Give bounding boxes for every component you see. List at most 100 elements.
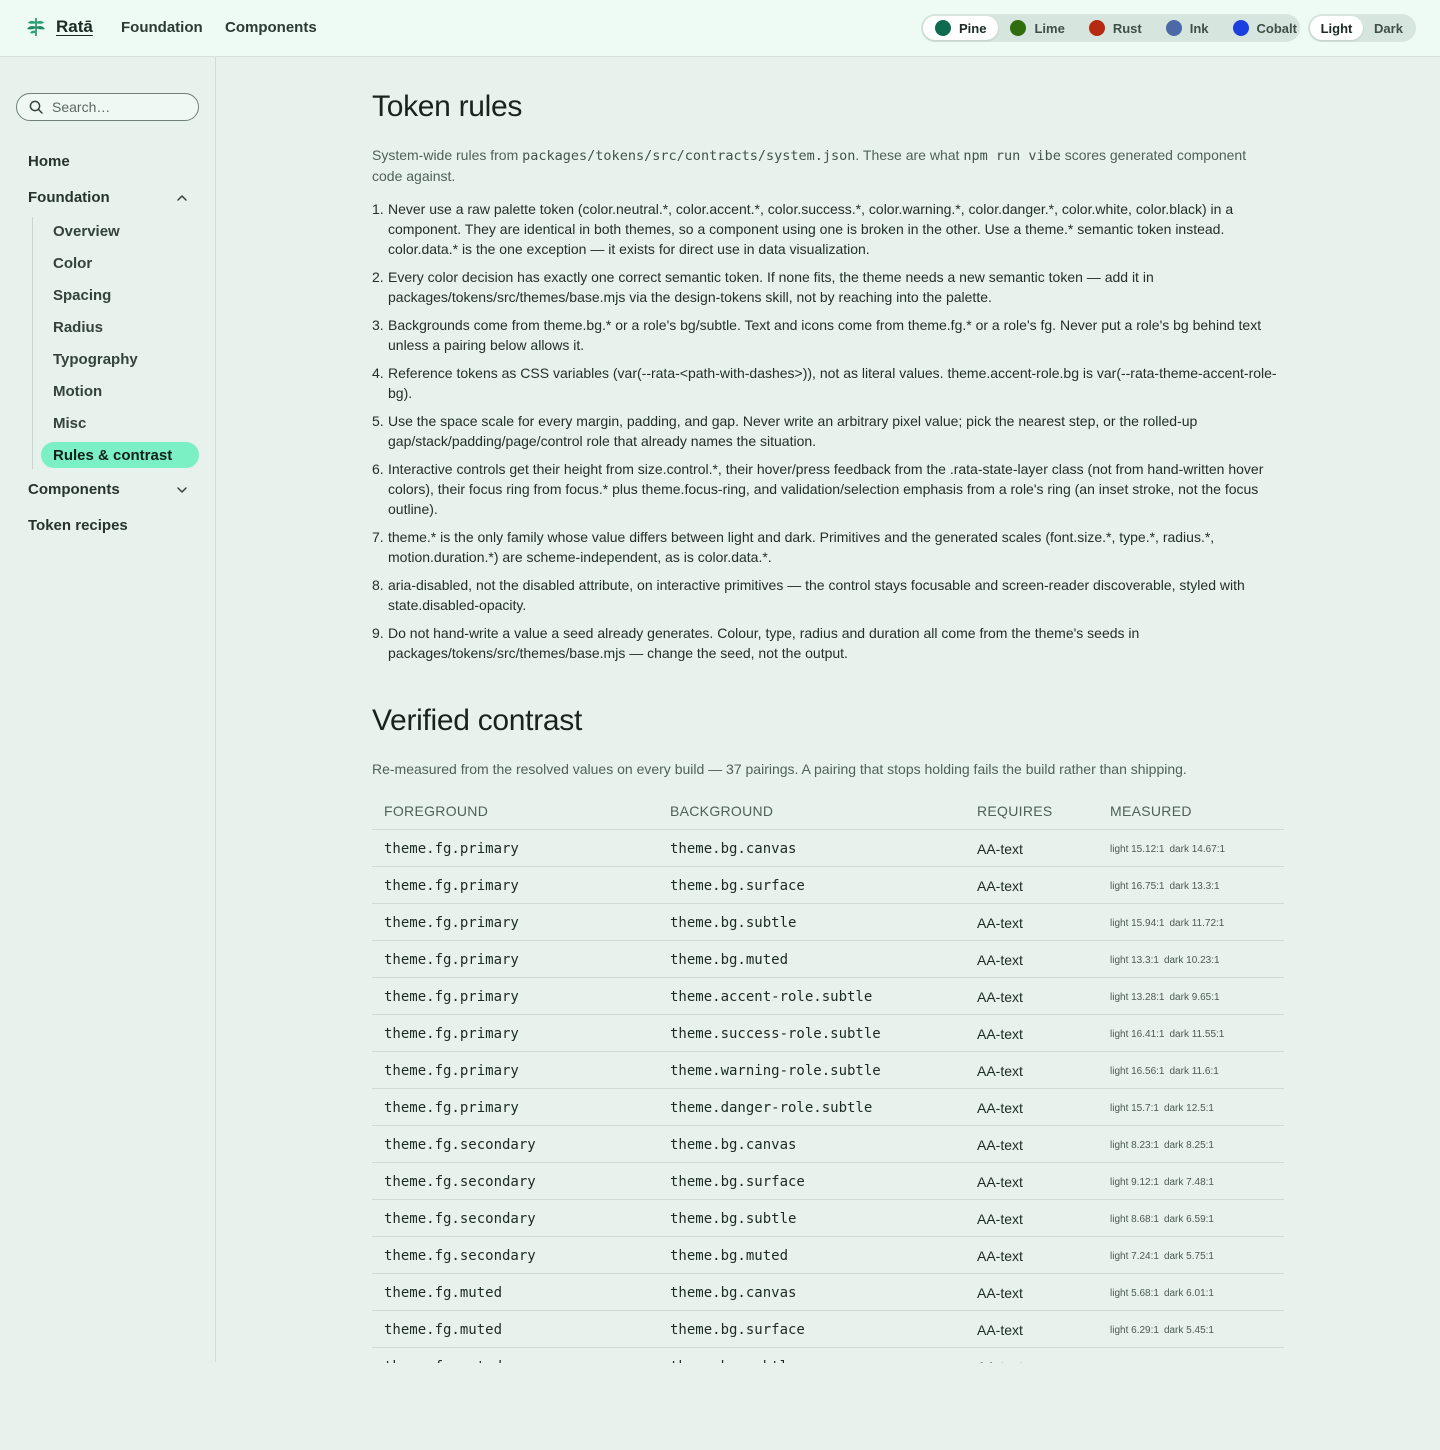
chevron-down-icon <box>177 486 187 493</box>
table-header: FOREGROUND BACKGROUND REQUIRES MEASURED <box>372 792 1284 830</box>
cell-background: theme.bg.subtle <box>670 915 797 931</box>
cell-foreground: theme.fg.primary <box>384 1026 519 1042</box>
sidebar-group-label: Foundation <box>28 189 110 206</box>
fern-logo-icon <box>27 17 45 36</box>
sidebar-item-motion[interactable]: Motion <box>53 383 102 400</box>
palette-label: Lime <box>1034 20 1065 36</box>
cell-requires: AA-text <box>977 915 1023 931</box>
measured-light: light 15.94:1 <box>1110 918 1165 929</box>
measured-light: light 15.7:1 <box>1110 1103 1159 1114</box>
rule-text: Interactive controls get their height fr… <box>388 461 1264 517</box>
cell-measured: light 9.12:1 dark 7.48:1 <box>1110 1177 1214 1188</box>
cell-requires: AA-text <box>977 1137 1023 1153</box>
cell-foreground: theme.fg.muted <box>384 1322 503 1338</box>
measured-dark: dark 5.45:1 <box>1163 1325 1214 1336</box>
rule-item: 8. aria-disabled, not the disabled attrib… <box>372 577 1245 613</box>
measured-light: light 8.23:1 <box>1110 1140 1159 1151</box>
column-header-background: BACKGROUND <box>670 803 774 819</box>
rule-text: aria-disabled, not the disabled attribut… <box>388 577 1245 613</box>
cell-measured: light 16.41:1 dark 11.55:1 <box>1110 1029 1224 1040</box>
search-box[interactable] <box>16 93 199 121</box>
rule-item: 5. Use the space scale for every margin, … <box>372 413 1198 449</box>
measured-light: light 16.41:1 <box>1110 1029 1165 1040</box>
cell-foreground: theme.fg.secondary <box>384 1248 536 1264</box>
cell-foreground: theme.fg.primary <box>384 915 519 931</box>
rule-text: Never use a raw palette token (color.neu… <box>388 201 1234 257</box>
measured-dark: dark 11.55:1 <box>1169 1029 1225 1040</box>
cell-background: theme.bg.canvas <box>670 1285 797 1301</box>
measured-dark: dark 8.25:1 <box>1163 1140 1214 1151</box>
measured-dark: dark 13.3:1 <box>1169 881 1220 892</box>
section-title-contrast: Verified contrast <box>372 704 583 737</box>
topnav-components[interactable]: Components <box>225 19 317 36</box>
scheme-dark-button[interactable]: Dark <box>1363 16 1414 40</box>
brand[interactable]: Ratā <box>26 16 93 38</box>
cell-background: theme.bg.surface <box>670 1174 805 1190</box>
cell-foreground: theme.fg.primary <box>384 878 519 894</box>
sidebar-group-foundation[interactable]: Foundation <box>28 189 188 206</box>
cell-background: theme.bg.muted <box>670 1248 789 1264</box>
cell-background: theme.bg.subtle <box>670 1359 796 1363</box>
cell-requires: AA-text <box>977 1100 1023 1116</box>
topnav-foundation[interactable]: Foundation <box>121 19 203 36</box>
palette-rust-button[interactable]: Rust <box>1077 16 1154 40</box>
sidebar-item-radius[interactable]: Radius <box>53 319 103 336</box>
palette-pine-button[interactable]: Pine <box>923 16 999 40</box>
cell-measured: light 8.23:1 dark 8.25:1 <box>1110 1140 1214 1151</box>
measured-dark: dark 12.5:1 <box>1163 1103 1214 1114</box>
sidebar: Home Foundation Overview Color Spacing R… <box>0 57 216 1362</box>
measured-light: light 7.24:1 <box>1110 1251 1159 1262</box>
column-header-foreground: FOREGROUND <box>384 803 489 819</box>
sidebar-item-home[interactable]: Home <box>28 153 70 170</box>
rules-intro: System-wide rules from packages/tokens/s… <box>372 145 1277 186</box>
sidebar-item-token-recipes[interactable]: Token recipes <box>28 517 128 534</box>
cell-foreground: theme.fg.secondary <box>384 1174 536 1190</box>
table-row: theme.fg.primary theme.bg.subtle AA-text li… <box>372 904 1284 941</box>
measured-dark: dark 11.6:1 <box>1169 1066 1219 1077</box>
palette-ink-button[interactable]: Ink <box>1154 16 1221 40</box>
rule-text: Do not hand-write a value a seed already… <box>388 625 1140 661</box>
measured-dark: dark 6.59:1 <box>1163 1214 1214 1225</box>
table-row: theme.fg.muted theme.bg.subtle AA-text <box>372 1348 1284 1363</box>
palette-lime-button[interactable]: Lime <box>998 16 1076 40</box>
measured-dark: dark 7.48:1 <box>1163 1177 1214 1188</box>
brand-name[interactable]: Ratā <box>56 17 93 37</box>
cell-foreground: theme.fg.primary <box>384 989 519 1005</box>
palette-label: Rust <box>1112 20 1142 36</box>
sidebar-item-overview[interactable]: Overview <box>53 223 120 240</box>
measured-light: light 8.68:1 <box>1110 1214 1159 1225</box>
cell-measured: light 5.68:1 dark 6.01:1 <box>1110 1288 1214 1299</box>
search-icon <box>29 100 43 114</box>
sidebar-item-spacing[interactable]: Spacing <box>53 287 111 304</box>
search-input[interactable] <box>52 99 192 115</box>
sidebar-item-typography[interactable]: Typography <box>53 351 138 368</box>
sidebar-item-color[interactable]: Color <box>53 255 92 272</box>
table-row: theme.fg.primary theme.accent-role.subtle… <box>372 978 1284 1015</box>
ink-swatch-icon <box>1165 20 1182 36</box>
table-row: theme.fg.primary theme.bg.canvas AA-text li… <box>372 830 1284 867</box>
table-row: theme.fg.secondary theme.bg.muted AA-text l… <box>372 1237 1284 1274</box>
table-row: theme.fg.primary theme.bg.surface AA-text l… <box>372 867 1284 904</box>
scheme-light-button[interactable]: Light <box>1310 16 1363 40</box>
measured-dark: dark 5.75:1 <box>1163 1251 1214 1262</box>
cell-measured: light 15.12:1 dark 14.67:1 <box>1110 844 1225 855</box>
rules-list: 1. Never use a raw palette token (color.n… <box>372 199 1284 671</box>
sidebar-item-misc[interactable]: Misc <box>53 415 86 432</box>
subnav-guide-line <box>32 217 33 469</box>
measured-light: light 9.12:1 <box>1110 1177 1159 1188</box>
rule-item: 3. Backgrounds come from theme.bg.* or a … <box>372 317 1262 353</box>
sidebar-item-rules-contrast[interactable]: Rules & contrast <box>41 442 199 468</box>
cell-measured <box>1110 1362 1115 1363</box>
cell-requires: AA-text <box>977 841 1023 857</box>
rule-text: Backgrounds come from theme.bg.* or a ro… <box>388 317 1262 353</box>
palette-label: Cobalt <box>1256 20 1297 36</box>
pine-swatch-icon <box>935 20 951 36</box>
rule-item: 6. Interactive controls get their height … <box>372 461 1264 517</box>
chevron-up-icon <box>177 194 187 201</box>
measured-light: light 6.29:1 <box>1110 1325 1159 1336</box>
sidebar-group-components[interactable]: Components <box>28 481 188 498</box>
measured-light: light 16.56:1 <box>1110 1066 1165 1077</box>
palette-cobalt-button[interactable]: Cobalt <box>1221 16 1309 40</box>
cell-measured: light 13.28:1 dark 9.65:1 <box>1110 992 1220 1003</box>
intro-text: System-wide rules from <box>372 147 523 163</box>
